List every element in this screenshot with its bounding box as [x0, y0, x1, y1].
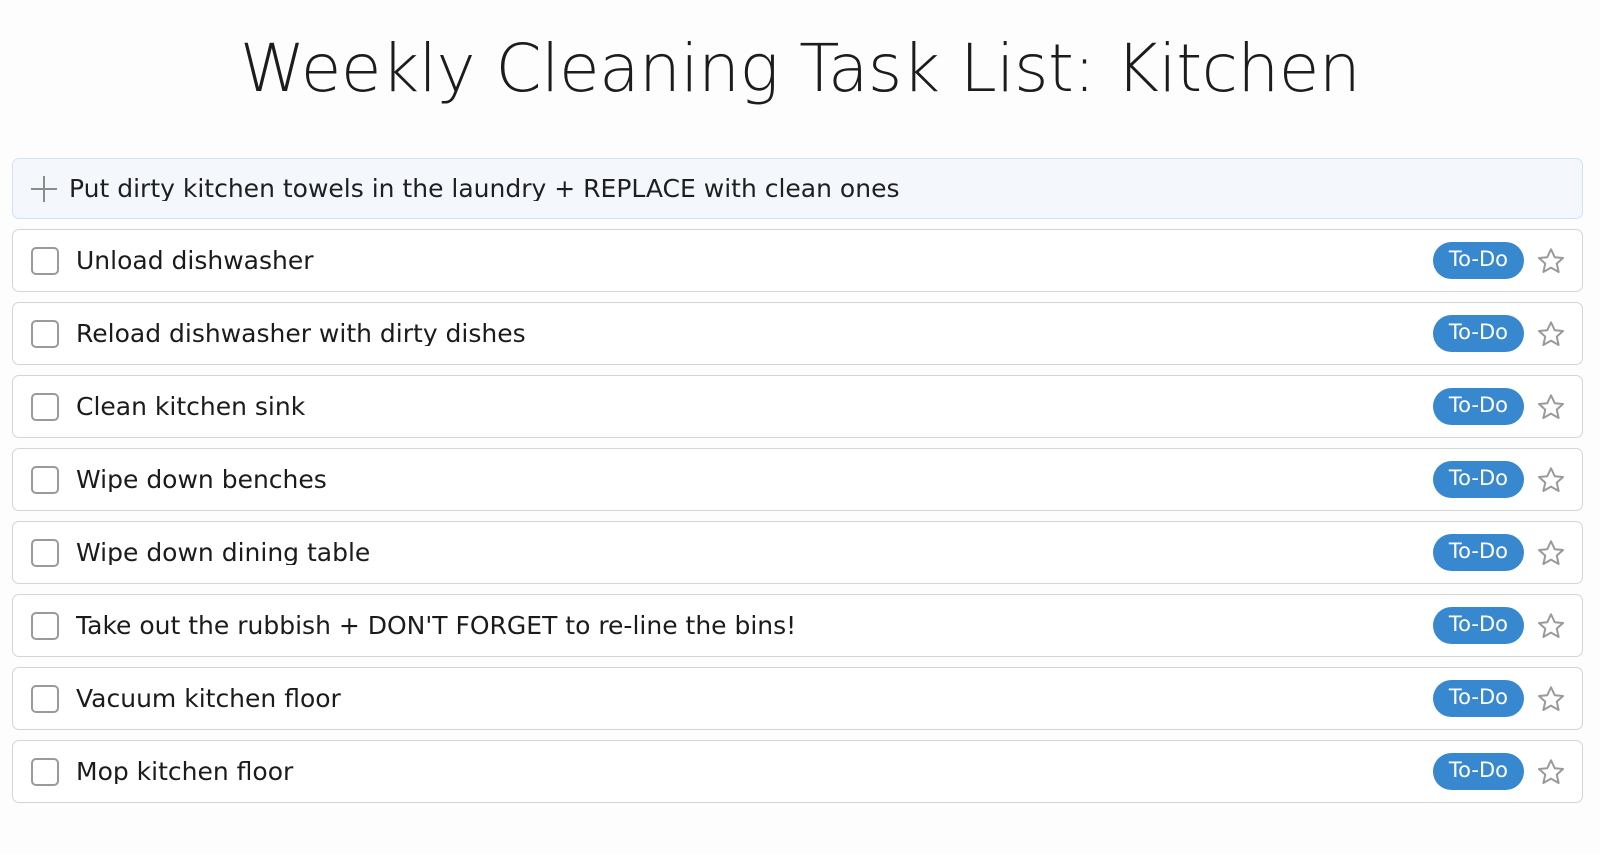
task-checkbox-6[interactable] [31, 684, 59, 713]
task-label: Mop kitchen floor [76, 759, 294, 784]
star-icon-0[interactable] [1536, 246, 1566, 276]
task-checkbox-0[interactable] [31, 246, 59, 275]
task-checkbox-7[interactable] [31, 757, 59, 786]
task-label: Unload dishwasher [76, 248, 314, 273]
status-badge[interactable]: To-Do [1432, 607, 1524, 644]
task-label: Vacuum kitchen floor [76, 686, 341, 711]
task-list: Put dirty kitchen towels in the laundry … [0, 158, 1600, 803]
task-row-actions: To-Do [1432, 680, 1566, 717]
task-rows-container: Unload dishwasher To-Do Reload dishwashe… [12, 229, 1583, 803]
task-row-actions: To-Do [1432, 461, 1566, 498]
task-row-2[interactable]: Clean kitchen sink To-Do [12, 375, 1583, 438]
task-label: Clean kitchen sink [76, 394, 306, 419]
task-row-actions: To-Do [1432, 242, 1566, 279]
task-row-0[interactable]: Unload dishwasher To-Do [12, 229, 1583, 292]
task-row-actions: To-Do [1432, 607, 1566, 644]
task-checkbox-3[interactable] [31, 465, 59, 494]
star-icon-5[interactable] [1536, 611, 1566, 641]
status-badge[interactable]: To-Do [1432, 680, 1524, 717]
star-icon-6[interactable] [1536, 684, 1566, 714]
star-icon-3[interactable] [1536, 465, 1566, 495]
status-badge[interactable]: To-Do [1432, 388, 1524, 425]
page-title: Weekly Cleaning Task List: Kitchen [239, 30, 1361, 107]
status-badge[interactable]: To-Do [1432, 534, 1524, 571]
task-row-actions: To-Do [1432, 315, 1566, 352]
add-task-input[interactable]: Put dirty kitchen towels in the laundry … [69, 176, 899, 201]
star-icon-4[interactable] [1536, 538, 1566, 568]
task-label: Wipe down dining table [76, 540, 371, 565]
star-icon-7[interactable] [1536, 757, 1566, 787]
task-label: Reload dishwasher with dirty dishes [76, 321, 526, 346]
task-row-actions: To-Do [1432, 534, 1566, 571]
status-badge[interactable]: To-Do [1432, 242, 1524, 279]
task-row-4[interactable]: Wipe down dining table To-Do [12, 521, 1583, 584]
status-badge[interactable]: To-Do [1432, 315, 1524, 352]
task-row-1[interactable]: Reload dishwasher with dirty dishes To-D… [12, 302, 1583, 365]
task-row-6[interactable]: Vacuum kitchen floor To-Do [12, 667, 1583, 730]
task-checkbox-5[interactable] [31, 611, 59, 640]
task-checkbox-4[interactable] [31, 538, 59, 567]
task-row-7[interactable]: Mop kitchen floor To-Do [12, 740, 1583, 803]
status-badge[interactable]: To-Do [1432, 753, 1524, 790]
status-badge[interactable]: To-Do [1432, 461, 1524, 498]
task-label: Take out the rubbish + DON'T FORGET to r… [76, 613, 797, 638]
task-row-5[interactable]: Take out the rubbish + DON'T FORGET to r… [12, 594, 1583, 657]
task-row-actions: To-Do [1432, 388, 1566, 425]
task-checkbox-1[interactable] [31, 319, 59, 348]
task-row-3[interactable]: Wipe down benches To-Do [12, 448, 1583, 511]
add-task-row[interactable]: Put dirty kitchen towels in the laundry … [12, 158, 1583, 219]
task-row-actions: To-Do [1432, 753, 1566, 790]
plus-icon [31, 175, 57, 202]
task-label: Wipe down benches [76, 467, 327, 492]
task-checkbox-2[interactable] [31, 392, 59, 421]
star-icon-1[interactable] [1536, 319, 1566, 349]
star-icon-2[interactable] [1536, 392, 1566, 422]
